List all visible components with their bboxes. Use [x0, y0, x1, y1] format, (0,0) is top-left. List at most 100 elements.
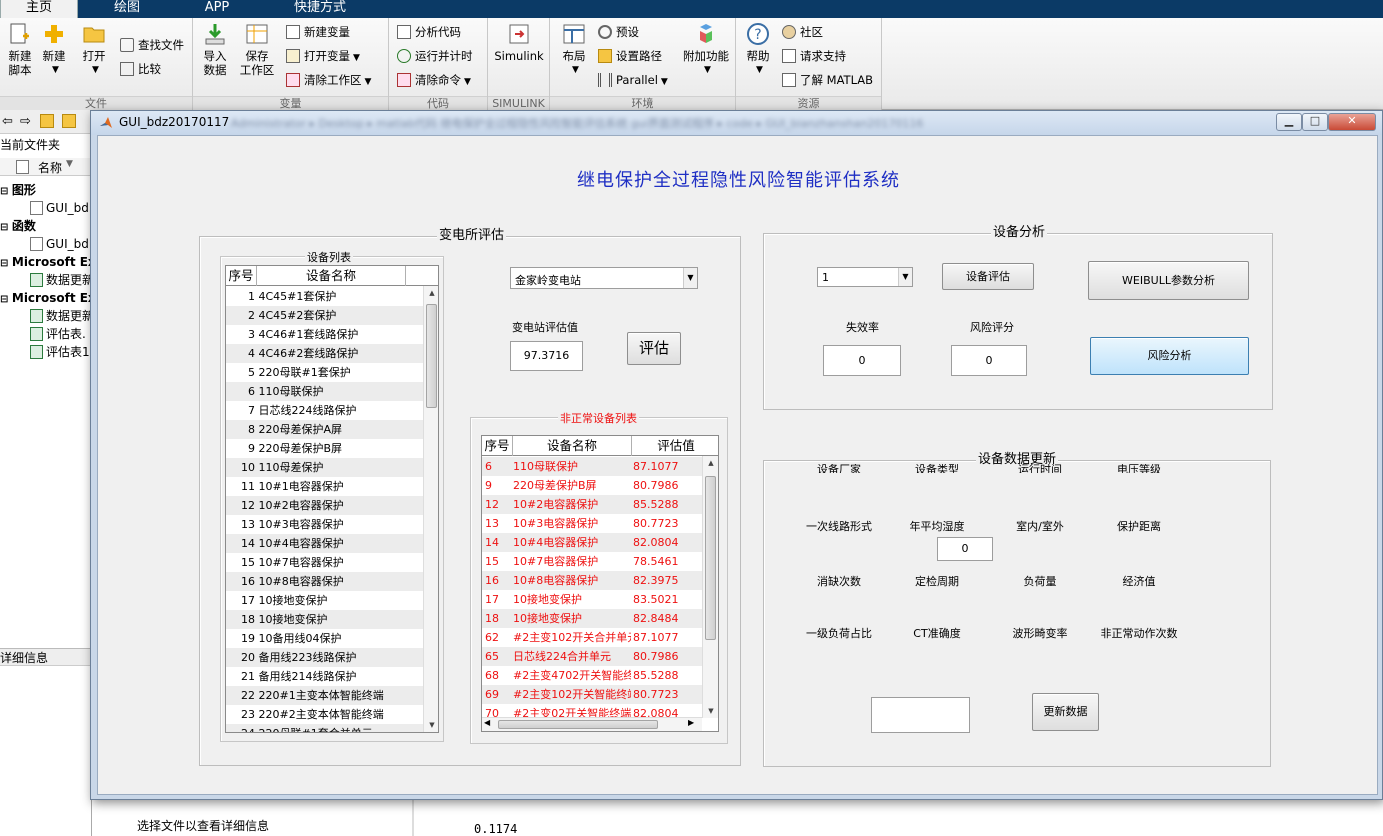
failure-rate-value[interactable]: 0 [823, 345, 901, 376]
folder-item[interactable]: GUI_bd [30, 235, 89, 253]
table-row[interactable]: 3 4C46#1套线路保护 [226, 325, 423, 344]
table-row[interactable]: 6 110母联保护 87.1077 [482, 457, 702, 476]
table-row[interactable]: 16 10#8电容器保护 82.3975 [482, 571, 702, 590]
preferences-button[interactable]: 预设 [598, 22, 639, 42]
abnormal-table-hscrollbar[interactable]: ◀ ▶ [482, 717, 702, 731]
close-button[interactable]: ✕ [1328, 113, 1376, 131]
folder-group[interactable]: ⊟ Microsoft Exc [0, 289, 103, 307]
table-row[interactable]: 17 10接地变保护 83.5021 [482, 590, 702, 609]
data-input[interactable] [871, 697, 970, 733]
table-row[interactable]: 62 #2主变102开关合并单元 87.1077 [482, 628, 702, 647]
table-row[interactable]: 23 220#2主变本体智能终端 [226, 705, 423, 724]
risk-analysis-button[interactable]: 风险分析 [1090, 337, 1249, 375]
scroll-up-icon[interactable]: ▲ [424, 286, 438, 300]
table-row[interactable]: 10 110母差保护 [226, 458, 423, 477]
tab-home[interactable]: 主页 [0, 0, 78, 18]
add-ons-button[interactable]: 附加功能 ▼ [680, 22, 732, 77]
folder-item[interactable]: 数据更新 [30, 307, 94, 325]
scroll-left-icon[interactable]: ◀ [484, 718, 490, 727]
table-row[interactable]: 68 #2主变4702开关智能终端85.5288 [482, 666, 702, 685]
table-row[interactable]: 12 10#2电容器保护 [226, 496, 423, 515]
device-table[interactable]: 序号 设备名称 1 4C45#1套保护 2 4C45#2套保护 3 4C46#1套线… [225, 265, 439, 733]
column-header-eval-value[interactable]: 评估值 [632, 436, 718, 456]
forward-arrow-icon[interactable]: ⇨ [20, 114, 31, 129]
tab-shortcuts[interactable]: 快捷方式 [264, 0, 376, 18]
table-row[interactable]: 16 10#8电容器保护 [226, 572, 423, 591]
set-path-button[interactable]: 设置路径 [598, 46, 662, 66]
new-variable-button[interactable]: 新建变量 [286, 22, 350, 42]
table-row[interactable]: 20 备用线223线路保护 [226, 648, 423, 667]
table-row[interactable]: 15 10#7电容器保护 [226, 553, 423, 572]
maximize-button[interactable]: □ [1302, 113, 1328, 131]
scroll-thumb[interactable] [705, 476, 716, 640]
new-button[interactable]: 新建 ▼ [34, 22, 74, 77]
back-arrow-icon[interactable]: ⇦ [2, 114, 13, 129]
column-header-index[interactable]: 序号 [226, 266, 257, 286]
scroll-thumb[interactable] [426, 304, 437, 408]
column-header-device-name[interactable]: 设备名称 [257, 266, 406, 286]
folder-group[interactable]: ⊟ 函数 [0, 217, 36, 235]
request-support-button[interactable]: 请求支持 [782, 46, 846, 66]
community-button[interactable]: 社区 [782, 22, 823, 42]
figure-title-bar[interactable]: GUI_bdz20170117 Administrator ▸ Desktop … [91, 111, 1382, 135]
table-row[interactable]: 11 10#1电容器保护 [226, 477, 423, 496]
table-row[interactable]: 24 220母联#1套合并单元 [226, 724, 423, 732]
column-header-index[interactable]: 序号 [482, 436, 513, 456]
save-workspace-button[interactable]: 保存 工作区 [237, 22, 277, 77]
up-folder-icon[interactable] [40, 114, 54, 128]
clear-commands-button[interactable]: 清除命令 ▼ [397, 70, 471, 90]
table-row[interactable]: 12 10#2电容器保护 85.5288 [482, 495, 702, 514]
folder-item[interactable]: GUI_bd [30, 199, 89, 217]
table-row[interactable]: 15 10#7电容器保护 78.5461 [482, 552, 702, 571]
collapse-icon[interactable]: ⊟ [0, 294, 12, 305]
compare-button[interactable]: 比较 [120, 59, 161, 79]
table-row[interactable]: 14 10#4电容器保护 82.0804 [482, 533, 702, 552]
folder-group[interactable]: ⊟ 图形 [0, 181, 36, 199]
weibull-analysis-button[interactable]: WEIBULL参数分析 [1088, 261, 1249, 300]
table-row[interactable]: 6 110母联保护 [226, 382, 423, 401]
table-row[interactable]: 19 10备用线04保护 [226, 629, 423, 648]
layout-button[interactable]: 布局 ▼ [554, 22, 594, 77]
table-row[interactable]: 18 10接地变保护 [226, 610, 423, 629]
humidity-input[interactable]: 0 [937, 537, 993, 561]
learn-matlab-button[interactable]: 了解 MATLAB [782, 70, 873, 90]
table-row[interactable]: 9 220母差保护B屏 80.7986 [482, 476, 702, 495]
device-table-scrollbar[interactable]: ▲ ▼ [423, 286, 438, 732]
table-row[interactable]: 69 #2主变102开关智能终端 80.7723 [482, 685, 702, 704]
collapse-icon[interactable]: ⊟ [0, 186, 12, 197]
substation-select[interactable]: 金家岭变电站 ▼ [510, 267, 698, 289]
device-select[interactable]: 1 ▼ [817, 267, 913, 287]
table-row[interactable]: 13 10#3电容器保护 80.7723 [482, 514, 702, 533]
scroll-down-icon[interactable]: ▼ [703, 704, 718, 718]
open-button[interactable]: 打开 ▼ [74, 22, 114, 77]
table-row[interactable]: 13 10#3电容器保护 [226, 515, 423, 534]
h-scroll-thumb[interactable] [498, 720, 658, 729]
substation-eval-value[interactable]: 97.3716 [510, 341, 583, 371]
table-row[interactable]: 17 10接地变保护 [226, 591, 423, 610]
update-data-button[interactable]: 更新数据 [1032, 693, 1099, 731]
minimize-button[interactable]: ▁ [1276, 113, 1302, 131]
risk-score-value[interactable]: 0 [951, 345, 1027, 376]
folder-item[interactable]: 数据更新 [30, 271, 94, 289]
analyze-code-button[interactable]: 分析代码 [397, 22, 461, 42]
simulink-button[interactable]: Simulink [492, 22, 546, 63]
table-row[interactable]: 1 4C45#1套保护 [226, 287, 423, 306]
evaluate-button[interactable]: 评估 [627, 332, 681, 365]
collapse-icon[interactable]: ⊟ [0, 222, 12, 233]
abnormal-table-vscrollbar[interactable]: ▲ ▼ [702, 456, 718, 718]
column-header-device-name[interactable]: 设备名称 [513, 436, 632, 456]
table-row[interactable]: 4 4C46#2套线路保护 [226, 344, 423, 363]
table-row[interactable]: 21 备用线214线路保护 [226, 667, 423, 686]
clear-workspace-button[interactable]: 清除工作区 ▼ [286, 70, 371, 90]
import-data-button[interactable]: 导入 数据 [195, 22, 235, 77]
run-and-time-button[interactable]: 运行并计时 [397, 46, 473, 66]
open-variable-button[interactable]: 打开变量 ▼ [286, 46, 360, 66]
scroll-down-icon[interactable]: ▼ [424, 718, 438, 732]
table-row[interactable]: 2 4C45#2套保护 [226, 306, 423, 325]
parallel-button[interactable]: Parallel ▼ [598, 70, 668, 90]
folder-item[interactable]: 评估表. [30, 325, 86, 343]
folder-item[interactable]: 评估表1 [30, 343, 90, 361]
table-row[interactable]: 8 220母差保护A屏 [226, 420, 423, 439]
table-row[interactable]: 9 220母差保护B屏 [226, 439, 423, 458]
device-evaluate-button[interactable]: 设备评估 [942, 263, 1034, 290]
